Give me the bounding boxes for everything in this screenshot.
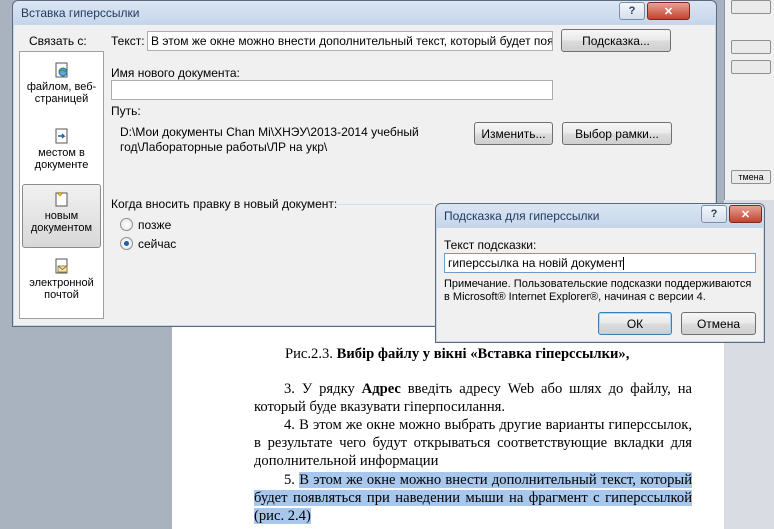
figure-caption: Рис.2.3. Вибір файлу у вікні «Вставка гі… <box>285 345 705 363</box>
radio-now-label[interactable]: сейчас <box>138 237 176 251</box>
path-value-line-2: год\Лабораторные работы\ЛР на укр\ <box>120 140 328 154</box>
title-bar: Подсказка для гиперссылки ? ✕ <box>436 204 764 228</box>
path-value-line-1: D:\Мои документы Chan Mi\ХНЭУ\2013-2014 … <box>120 125 419 139</box>
radio-later[interactable] <box>120 218 133 231</box>
background-cancel-button: тмена <box>731 170 771 184</box>
link-to-bar: файлом, веб- страницей местом в документ… <box>19 51 104 319</box>
cancel-button[interactable]: Отмена <box>681 312 756 335</box>
paragraph-5: 5. В этом же окне можно внести дополните… <box>254 471 693 525</box>
caption-title: Вибір файлу у вікні «Вставка гіперссылки… <box>336 346 630 362</box>
text-cursor <box>623 257 625 271</box>
screentip-text-value: гиперссылка на новій документ <box>448 256 624 270</box>
screentip-button[interactable]: Подсказка... <box>561 29 671 52</box>
link-item-label: страницей <box>34 93 89 105</box>
link-item-label: местом в <box>38 147 85 159</box>
path-label: Путь: <box>111 104 141 118</box>
link-item-label: документом <box>30 222 93 234</box>
link-item-label: документе <box>34 159 89 171</box>
screentip-text-field[interactable]: гиперссылка на новій документ <box>444 253 756 273</box>
web-page-icon <box>55 62 67 78</box>
paragraph-4: 4. В этом же окне можно выбрать другие в… <box>254 417 692 469</box>
new-document-name-field[interactable] <box>111 80 553 100</box>
paragraph-5-selected-text: В этом же окне можно внести дополнительн… <box>254 472 693 524</box>
close-icon: ✕ <box>663 5 674 18</box>
caption-prefix: Рис.2.3. <box>285 346 333 362</box>
ok-button[interactable]: ОК <box>598 312 672 335</box>
change-button[interactable]: Изменить... <box>474 122 553 145</box>
close-icon: ✕ <box>740 208 751 221</box>
help-icon: ? <box>628 5 636 17</box>
link-item-email[interactable]: электронной почтой <box>22 252 101 316</box>
screentip-text-label: Текст подсказки: <box>444 238 537 252</box>
paragraph-5-number: 5. <box>284 472 300 488</box>
link-item-label: новым <box>44 210 79 222</box>
radio-later-label[interactable]: позже <box>138 218 171 232</box>
text-to-display-field[interactable]: В этом же окне можно внести дополнительн… <box>147 31 553 51</box>
link-to-label: Связать с: <box>29 34 87 48</box>
text-label: Текст: <box>111 34 145 48</box>
help-button[interactable]: ? <box>701 205 727 223</box>
dialog-title: Подсказка для гиперссылки <box>444 209 600 223</box>
when-to-edit-label: Когда вносить правку в новый документ: <box>111 197 338 211</box>
note-line-1: Примечание. Пользовательские подсказки п… <box>444 278 752 290</box>
paragraph-3-bold: Адрес <box>361 381 401 397</box>
background-button <box>731 0 771 14</box>
target-frame-button[interactable]: Выбор рамки... <box>562 122 672 145</box>
help-button[interactable]: ? <box>619 2 645 20</box>
radio-now[interactable] <box>120 237 133 250</box>
background-button <box>731 40 771 54</box>
dialog-title: Вставка гиперссылки <box>21 6 140 20</box>
place-in-document-icon <box>55 128 67 144</box>
title-bar: Вставка гиперссылки ? ✕ <box>13 1 716 25</box>
link-item-new-document[interactable]: новым документом <box>22 184 101 248</box>
link-item-file-web-page[interactable]: файлом, веб- страницей <box>22 56 101 120</box>
help-icon: ? <box>710 208 718 220</box>
link-item-label: электронной <box>29 277 94 289</box>
background-window: тмена <box>724 0 774 200</box>
close-button[interactable]: ✕ <box>729 205 762 223</box>
link-item-label: почтой <box>44 289 79 301</box>
link-item-place-in-document[interactable]: местом в документе <box>22 122 101 186</box>
new-document-name-label: Имя нового документа: <box>111 66 240 80</box>
close-button[interactable]: ✕ <box>647 2 690 20</box>
background-button <box>731 60 771 74</box>
paragraph-3-text-a: 3. У рядку <box>284 381 362 397</box>
screentip-dialog: Подсказка для гиперссылки ? ✕ Текст подс… <box>435 203 765 343</box>
paragraph-3: 3. У рядку Адрес введіть адресу Web або … <box>254 380 692 416</box>
note-line-2: в Microsoft® Internet Explorer®, начиная… <box>444 291 706 303</box>
link-item-label: файлом, веб- <box>26 81 97 93</box>
group-separator <box>333 204 433 205</box>
email-icon <box>55 258 67 274</box>
new-document-icon <box>55 191 67 207</box>
